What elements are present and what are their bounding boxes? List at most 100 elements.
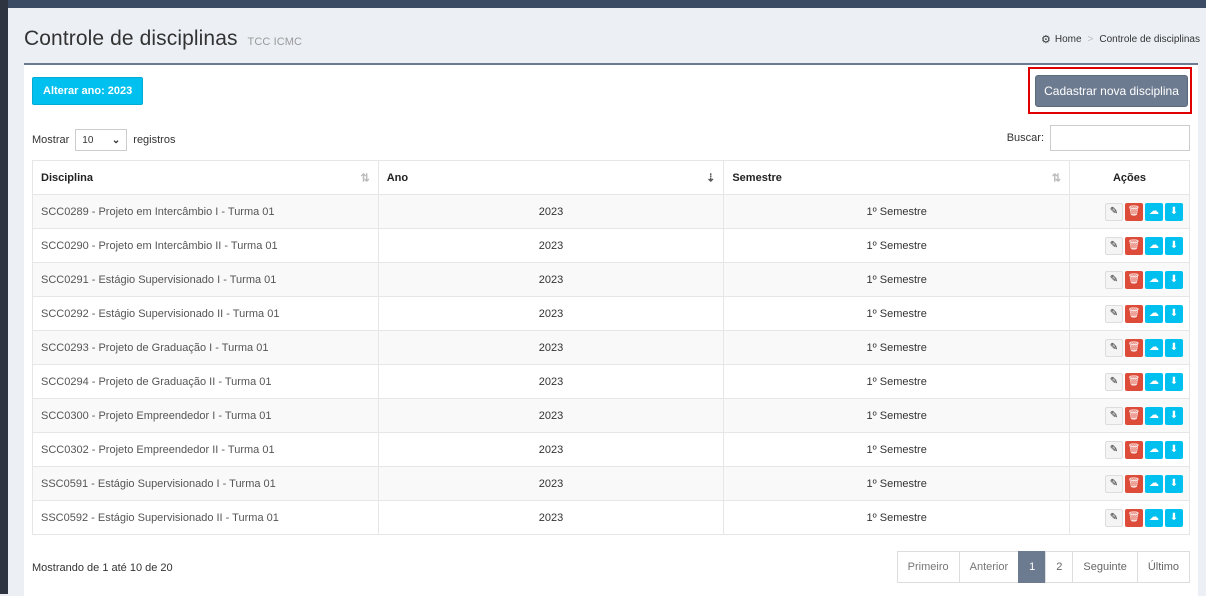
trash-icon[interactable]: 🗑 xyxy=(1125,440,1143,459)
header-acoes-label: Ações xyxy=(1112,171,1147,184)
edit-icon[interactable]: ✎ xyxy=(1105,304,1123,323)
table-header-row: Disciplina ⇅ Ano ⇣ Semestre ⇅ Ações xyxy=(32,160,1190,195)
table-row: SCC0293 - Projeto de Graduação I - Turma… xyxy=(32,330,1190,365)
trash-icon[interactable]: 🗑 xyxy=(1125,202,1143,221)
page-next[interactable]: Seguinte xyxy=(1072,551,1138,583)
header-ano[interactable]: Ano ⇣ xyxy=(377,160,725,195)
edit-icon[interactable]: ✎ xyxy=(1105,474,1123,493)
cell-ano: 2023 xyxy=(377,228,725,263)
cell-actions: ✎ 🗑 ☁ ⬇ xyxy=(1069,364,1190,399)
length-select[interactable]: 10 ⌄ xyxy=(75,129,128,151)
upload-icon[interactable]: ☁ xyxy=(1145,304,1163,323)
download-icon[interactable]: ⬇ xyxy=(1165,440,1183,459)
top-bar xyxy=(0,0,1206,8)
header-acoes: Ações xyxy=(1069,160,1190,195)
cell-disciplina: SCC0300 - Projeto Empreendedor I - Turma… xyxy=(32,398,379,433)
download-icon[interactable]: ⬇ xyxy=(1165,372,1183,391)
length-control: Mostrar 10 ⌄ registros xyxy=(32,129,175,151)
sort-icon[interactable]: ⇅ xyxy=(1052,171,1061,184)
trash-icon[interactable]: 🗑 xyxy=(1125,304,1143,323)
cell-semestre: 1º Semestre xyxy=(723,330,1071,365)
cell-ano: 2023 xyxy=(377,262,725,297)
table-row: SCC0300 - Projeto Empreendedor I - Turma… xyxy=(32,398,1190,433)
cell-semestre: 1º Semestre xyxy=(723,398,1071,433)
trash-icon[interactable]: 🗑 xyxy=(1125,474,1143,493)
cell-semestre: 1º Semestre xyxy=(723,500,1071,535)
download-icon[interactable]: ⬇ xyxy=(1165,236,1183,255)
table-body: SCC0289 - Projeto em Intercâmbio I - Tur… xyxy=(32,194,1190,535)
search-control: Buscar: xyxy=(1007,125,1190,151)
page-previous[interactable]: Anterior xyxy=(958,551,1020,583)
edit-icon[interactable]: ✎ xyxy=(1105,508,1123,527)
edit-icon[interactable]: ✎ xyxy=(1105,372,1123,391)
upload-icon[interactable]: ☁ xyxy=(1145,406,1163,425)
cell-disciplina: SCC0293 - Projeto de Graduação I - Turma… xyxy=(32,330,379,365)
records-label: registros xyxy=(133,134,176,146)
breadcrumb-current: Controle de disciplinas xyxy=(1099,33,1200,45)
cell-actions: ✎ 🗑 ☁ ⬇ xyxy=(1069,330,1190,365)
page-title: Controle de disciplinas TCC ICMC xyxy=(24,27,302,51)
upload-icon[interactable]: ☁ xyxy=(1145,236,1163,255)
cell-disciplina: SCC0291 - Estágio Supervisionado I - Tur… xyxy=(32,262,379,297)
sort-icon[interactable]: ⇅ xyxy=(360,171,369,184)
page-1[interactable]: 1 xyxy=(1018,551,1047,583)
upload-icon[interactable]: ☁ xyxy=(1145,372,1163,391)
header-semestre[interactable]: Semestre ⇅ xyxy=(723,160,1071,195)
page-last[interactable]: Último xyxy=(1136,551,1190,583)
upload-icon[interactable]: ☁ xyxy=(1145,474,1163,493)
download-icon[interactable]: ⬇ xyxy=(1165,338,1183,357)
download-icon[interactable]: ⬇ xyxy=(1165,270,1183,289)
table-row: SCC0291 - Estágio Supervisionado I - Tur… xyxy=(32,262,1190,297)
table-row: SSC0592 - Estágio Supervisionado II - Tu… xyxy=(32,500,1190,535)
trash-icon[interactable]: 🗑 xyxy=(1125,508,1143,527)
trash-icon[interactable]: 🗑 xyxy=(1125,236,1143,255)
page-2[interactable]: 2 xyxy=(1045,551,1074,583)
upload-icon[interactable]: ☁ xyxy=(1145,440,1163,459)
edit-icon[interactable]: ✎ xyxy=(1105,202,1123,221)
download-icon[interactable]: ⬇ xyxy=(1165,202,1183,221)
left-sidebar-edge xyxy=(0,0,8,594)
table-row: SCC0294 - Projeto de Graduação II - Turm… xyxy=(32,364,1190,399)
header-disciplina-label: Disciplina xyxy=(41,171,93,184)
change-year-button[interactable]: Alterar ano: 2023 xyxy=(32,77,144,105)
download-icon[interactable]: ⬇ xyxy=(1165,474,1183,493)
cell-disciplina: SCC0289 - Projeto em Intercâmbio I - Tur… xyxy=(32,194,379,229)
trash-icon[interactable]: 🗑 xyxy=(1125,372,1143,391)
trash-icon[interactable]: 🗑 xyxy=(1125,406,1143,425)
page-first[interactable]: Primeiro xyxy=(896,551,960,583)
cell-ano: 2023 xyxy=(377,330,725,365)
cell-semestre: 1º Semestre xyxy=(723,296,1071,331)
new-discipline-button[interactable]: Cadastrar nova disciplina xyxy=(1035,75,1188,107)
upload-icon[interactable]: ☁ xyxy=(1145,202,1163,221)
download-icon[interactable]: ⬇ xyxy=(1165,508,1183,527)
breadcrumb-home[interactable]: ⚙ Home xyxy=(1041,33,1082,46)
trash-icon[interactable]: 🗑 xyxy=(1125,338,1143,357)
edit-icon[interactable]: ✎ xyxy=(1105,338,1123,357)
chevron-down-icon: ⌄ xyxy=(111,134,121,146)
disciplines-table: Disciplina ⇅ Ano ⇣ Semestre ⇅ Ações SCC0… xyxy=(32,160,1190,535)
download-icon[interactable]: ⬇ xyxy=(1165,304,1183,323)
table-row: SCC0290 - Projeto em Intercâmbio II - Tu… xyxy=(32,228,1190,263)
cell-actions: ✎ 🗑 ☁ ⬇ xyxy=(1069,262,1190,297)
upload-icon[interactable]: ☁ xyxy=(1145,508,1163,527)
upload-icon[interactable]: ☁ xyxy=(1145,270,1163,289)
breadcrumb-home-label: Home xyxy=(1054,33,1082,45)
header-disciplina[interactable]: Disciplina ⇅ xyxy=(32,160,379,195)
edit-icon[interactable]: ✎ xyxy=(1105,440,1123,459)
upload-icon[interactable]: ☁ xyxy=(1145,338,1163,357)
download-icon[interactable]: ⬇ xyxy=(1165,406,1183,425)
edit-icon[interactable]: ✎ xyxy=(1105,406,1123,425)
content-header: Controle de disciplinas TCC ICMC ⚙ Home … xyxy=(16,16,1206,62)
cell-ano: 2023 xyxy=(377,194,725,229)
cell-ano: 2023 xyxy=(377,500,725,535)
table-row: SCC0302 - Projeto Empreendedor II - Turm… xyxy=(32,432,1190,467)
trash-icon[interactable]: 🗑 xyxy=(1125,270,1143,289)
cell-semestre: 1º Semestre xyxy=(723,194,1071,229)
cell-ano: 2023 xyxy=(377,432,725,467)
edit-icon[interactable]: ✎ xyxy=(1105,236,1123,255)
sort-desc-icon[interactable]: ⇣ xyxy=(706,171,715,184)
edit-icon[interactable]: ✎ xyxy=(1105,270,1123,289)
cell-disciplina: SCC0290 - Projeto em Intercâmbio II - Tu… xyxy=(32,228,379,263)
search-input[interactable] xyxy=(1050,125,1190,151)
dashboard-icon: ⚙ xyxy=(1040,33,1051,46)
